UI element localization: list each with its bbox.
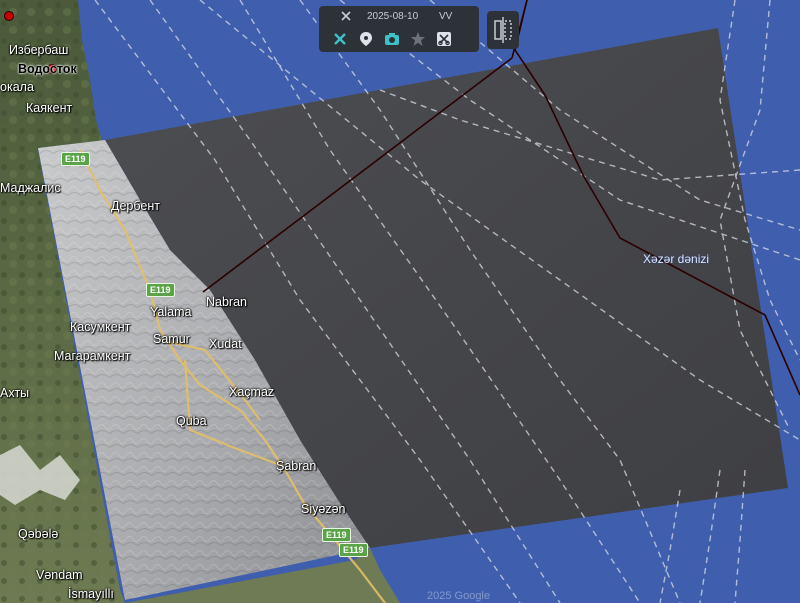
place-label-ismayilli: İsmayıllı xyxy=(68,587,114,601)
satellite-small-icon xyxy=(341,11,351,21)
place-label-xudat: Xudat xyxy=(209,337,242,351)
sea-label: Xəzər dənizi xyxy=(643,252,710,266)
split-compare-icon xyxy=(494,17,512,43)
place-label-kayakent: Каякент xyxy=(26,101,73,115)
place-label-nabran: Nabran xyxy=(206,295,247,309)
map-watermark: 2025 Google xyxy=(427,590,490,602)
place-label-vodostok: Водосток xyxy=(18,62,77,76)
place-label-xachmaz: Xaçmaz xyxy=(229,385,275,399)
acquisition-date: 2025-08-10 xyxy=(367,11,419,22)
location-marker[interactable] xyxy=(4,11,14,21)
compare-split-button[interactable] xyxy=(487,11,519,49)
place-label-qabala: Qəbələ xyxy=(18,527,59,541)
road-shield-e119: E119 xyxy=(322,528,351,542)
scissors-icon[interactable] xyxy=(435,30,453,48)
place-label-vandam: Vəndam xyxy=(36,568,83,582)
place-label-quba: Quba xyxy=(176,414,207,428)
image-toolbar: 2025-08-10 VV xyxy=(319,6,479,52)
place-label-samur: Samur xyxy=(153,332,190,346)
place-label-shabran: Şabran xyxy=(276,459,317,473)
camera-icon[interactable] xyxy=(383,30,401,48)
satellite-icon[interactable] xyxy=(331,30,349,48)
place-label-izberbash: Избербаш xyxy=(9,43,69,57)
road-shield-e119: E119 xyxy=(339,543,368,557)
road-shield-e119: E119 xyxy=(146,283,175,297)
map-pin-icon[interactable] xyxy=(357,30,375,48)
place-label-derbent: Дербент xyxy=(111,199,160,213)
map-canvas[interactable] xyxy=(0,0,800,603)
place-label-madzhalis: Маджалис xyxy=(0,181,61,195)
place-label-yalama: Yalama xyxy=(150,305,192,319)
place-label-okala: окала xyxy=(0,80,34,94)
place-label-magaramkent: Магарамкент xyxy=(54,349,131,363)
place-label-siyazan: Siyəzən xyxy=(301,502,346,516)
road-shield-e119: E119 xyxy=(61,152,90,166)
place-label-kasumkent: Касумкент xyxy=(70,320,131,334)
polarization-label: VV xyxy=(439,11,453,22)
place-label-akhty: Ахты xyxy=(0,386,30,400)
star-icon[interactable] xyxy=(409,30,427,48)
